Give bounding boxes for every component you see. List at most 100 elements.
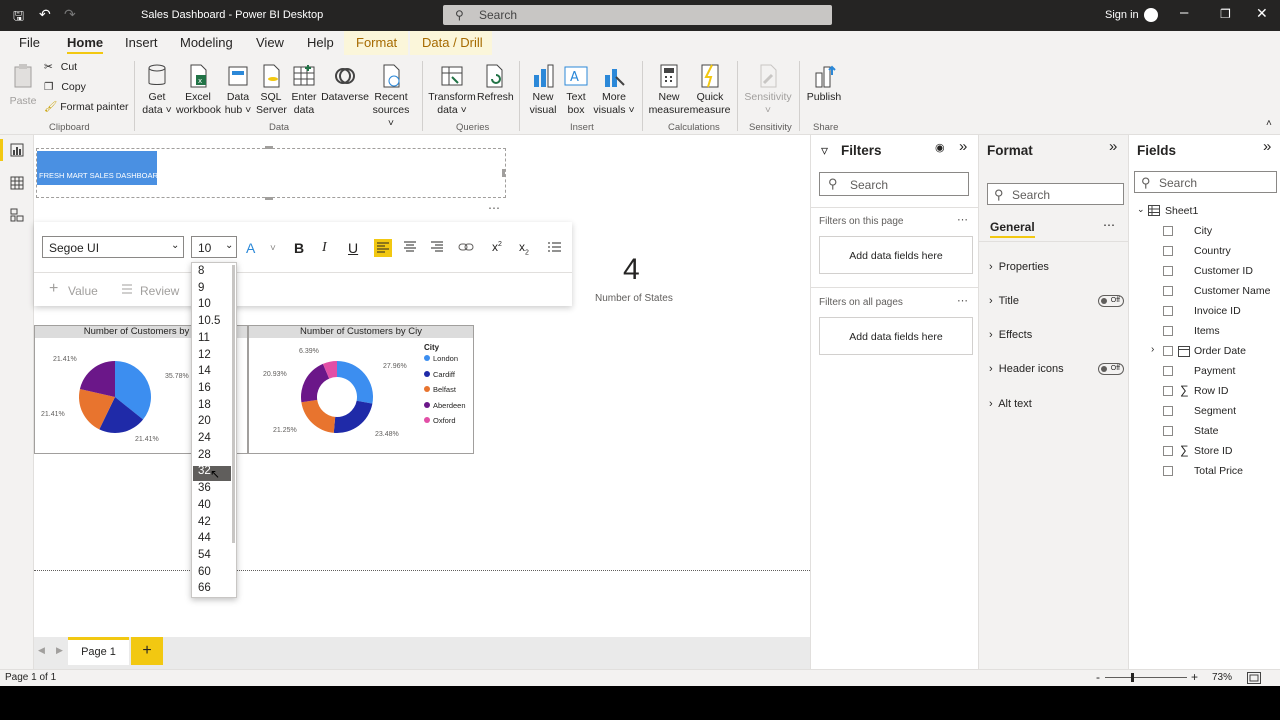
restore-icon[interactable]: ❐ xyxy=(1220,7,1231,21)
new-visual-button[interactable]: New visual xyxy=(526,63,560,117)
zoom-out-button[interactable]: - xyxy=(1096,670,1100,684)
section-effects[interactable]: › Effects xyxy=(989,329,1032,341)
collapse-pane-icon[interactable]: » xyxy=(1263,138,1271,155)
sign-in-link[interactable]: Sign in xyxy=(1105,9,1139,21)
tab-modeling[interactable]: Modeling xyxy=(180,35,233,50)
legend-item[interactable]: London xyxy=(424,354,458,363)
font-size-option[interactable]: 14 xyxy=(198,365,211,377)
format-search-input[interactable]: ⚲ Search xyxy=(987,183,1124,205)
model-view-icon[interactable] xyxy=(10,208,24,222)
font-size-option[interactable]: 20 xyxy=(198,415,211,427)
value-button[interactable]: Value xyxy=(68,284,98,298)
close-icon[interactable]: ✕ xyxy=(1256,5,1268,22)
tab-help[interactable]: Help xyxy=(307,35,334,50)
field-checkbox[interactable] xyxy=(1163,246,1173,256)
font-size-option[interactable]: 32 xyxy=(198,465,211,477)
tab-data-drill[interactable]: Data / Drill xyxy=(422,35,483,50)
field-item[interactable]: Customer Name xyxy=(1194,285,1270,297)
field-item[interactable]: Country xyxy=(1194,245,1231,257)
tab-format[interactable]: Format xyxy=(356,35,397,50)
resize-handle[interactable] xyxy=(265,146,273,149)
collapse-pane-icon[interactable]: » xyxy=(959,138,967,155)
pie-slice[interactable] xyxy=(337,361,373,404)
page-filter-drop-zone[interactable]: Add data fields here xyxy=(819,236,973,274)
font-size-option[interactable]: 24 xyxy=(198,432,211,444)
field-item[interactable]: Customer ID xyxy=(1194,265,1253,277)
field-item[interactable]: Row ID xyxy=(1194,385,1228,397)
align-right-icon[interactable] xyxy=(429,239,445,255)
font-size-option[interactable]: 10.5 xyxy=(198,315,220,327)
copy-button[interactable]: ❐ Copy xyxy=(44,81,86,94)
format-painter-button[interactable]: 🖌 Format painter xyxy=(44,101,129,114)
font-size-option[interactable]: 16 xyxy=(198,382,211,394)
tab-page-1[interactable]: Page 1 xyxy=(68,637,129,665)
report-view-icon[interactable] xyxy=(10,143,24,157)
font-size-dropdown[interactable]: 10 ⌄ xyxy=(191,236,237,258)
field-item[interactable]: Payment xyxy=(1194,365,1235,377)
field-item[interactable]: City xyxy=(1194,225,1212,237)
tab-file[interactable]: File xyxy=(19,35,40,50)
font-size-option[interactable]: 66 xyxy=(198,582,211,594)
title-search-box[interactable]: ⚲ Search xyxy=(443,5,832,25)
section-title[interactable]: › Title xyxy=(989,295,1019,307)
section-header-icons[interactable]: › Header icons xyxy=(989,363,1064,375)
more-visuals-button[interactable]: More visuals ˅ xyxy=(592,63,636,117)
eye-icon[interactable]: ◉ xyxy=(935,141,945,154)
undo-icon[interactable]: ↶ xyxy=(39,6,51,23)
italic-icon[interactable]: I xyxy=(322,240,327,256)
sensitivity-button[interactable]: Sensitivity ˅ xyxy=(742,63,794,117)
font-size-option[interactable]: 54 xyxy=(198,549,211,561)
more-options-icon[interactable]: ⋯ xyxy=(957,294,968,307)
field-checkbox[interactable] xyxy=(1163,446,1173,456)
field-checkbox[interactable] xyxy=(1163,426,1173,436)
data-hub-button[interactable]: Data hub ˅ xyxy=(222,63,254,117)
legend-item[interactable]: Oxford xyxy=(424,416,456,425)
transform-data-button[interactable]: Transform data ˅ xyxy=(428,63,476,117)
collapse-ribbon-icon[interactable]: ˄ xyxy=(1266,118,1272,129)
field-checkbox[interactable] xyxy=(1163,466,1173,476)
align-left-icon[interactable] xyxy=(374,239,392,257)
cut-button[interactable]: ✂ Cut xyxy=(44,61,77,74)
field-item[interactable]: Order Date xyxy=(1194,345,1246,357)
underline-icon[interactable]: U xyxy=(348,240,358,256)
dataverse-button[interactable]: Dataverse xyxy=(321,63,369,104)
more-options-icon[interactable]: ⋯ xyxy=(1103,218,1115,232)
font-size-option[interactable]: 8 xyxy=(198,265,204,277)
list-icon[interactable] xyxy=(547,241,561,253)
font-size-option[interactable]: 36 xyxy=(198,482,211,494)
font-color-icon[interactable]: A xyxy=(246,240,255,256)
publish-button[interactable]: Publish xyxy=(805,63,843,104)
field-checkbox[interactable] xyxy=(1163,326,1173,336)
field-item[interactable]: Items xyxy=(1194,325,1220,337)
collapse-pane-icon[interactable]: » xyxy=(1109,138,1117,155)
minimize-icon[interactable]: – xyxy=(1180,4,1188,21)
enter-data-button[interactable]: Enter data xyxy=(289,63,319,117)
section-properties[interactable]: › Properties xyxy=(989,261,1049,273)
save-icon[interactable]: 🖫 xyxy=(13,7,24,29)
tab-home[interactable]: Home xyxy=(67,35,104,54)
scrollbar[interactable] xyxy=(232,265,235,543)
font-size-option[interactable]: 42 xyxy=(198,516,211,528)
avatar[interactable] xyxy=(1144,8,1158,22)
subscript-icon[interactable]: x2 xyxy=(519,240,529,256)
superscript-icon[interactable]: x2 xyxy=(492,240,502,254)
resize-handle[interactable] xyxy=(502,169,505,177)
field-item[interactable]: Segment xyxy=(1194,405,1236,417)
new-measure-button[interactable]: New measure xyxy=(648,63,690,117)
pie-slice[interactable] xyxy=(301,363,330,403)
prev-page-icon[interactable]: ◀ xyxy=(38,645,45,656)
resize-handle[interactable] xyxy=(265,197,273,200)
donut-chart-by-city[interactable]: Number of Customers by Ciy 6.39% 27.96% … xyxy=(248,325,474,454)
field-checkbox[interactable] xyxy=(1163,306,1173,316)
title-toggle[interactable]: Off xyxy=(1098,295,1124,307)
section-alt-text[interactable]: › Alt text xyxy=(989,398,1032,410)
field-item[interactable]: Invoice ID xyxy=(1194,305,1241,317)
filters-search-input[interactable]: ⚲ Search xyxy=(819,172,969,196)
field-item[interactable]: Total Price xyxy=(1194,465,1243,477)
fields-search-input[interactable]: ⚲ Search xyxy=(1134,171,1277,193)
font-size-option[interactable]: 60 xyxy=(198,566,211,578)
tab-view[interactable]: View xyxy=(256,35,284,50)
field-item[interactable]: State xyxy=(1194,425,1219,437)
field-checkbox[interactable] xyxy=(1163,226,1173,236)
chevron-down-icon[interactable]: ⌄ xyxy=(1137,204,1145,215)
